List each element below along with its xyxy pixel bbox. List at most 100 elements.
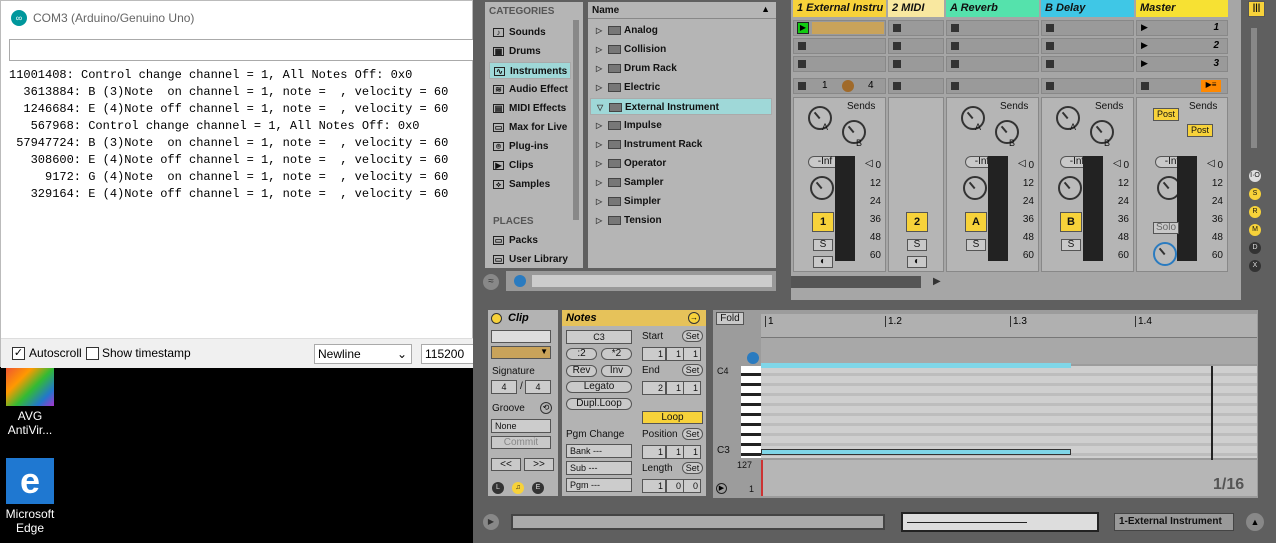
monitor-icon[interactable]: ◐ — [813, 256, 833, 268]
browser-item-impulse[interactable]: ▷ Impulse — [590, 117, 772, 134]
position-field-3[interactable]: 1 — [683, 445, 701, 459]
expand-icon[interactable]: ▷ — [596, 41, 602, 58]
position-field-1[interactable]: 1 — [642, 445, 666, 459]
clip-slot[interactable] — [888, 38, 944, 54]
start-field-1[interactable]: 1 — [642, 347, 666, 361]
browser-item-instrument-rack[interactable]: ▷ Instrument Rack — [590, 136, 772, 153]
browser-item-analog[interactable]: ▷ Analog — [590, 22, 772, 39]
velocity-play-icon[interactable]: ▶ — [716, 483, 727, 494]
autoscroll-checkbox[interactable]: ✓ — [12, 347, 25, 360]
browser-item-simpler[interactable]: ▷ Simpler — [590, 193, 772, 210]
overview-button[interactable]: ||| — [1248, 1, 1265, 17]
clip-stop-icon[interactable] — [951, 42, 959, 50]
category-samples[interactable]: ⟡ Samples — [489, 176, 571, 193]
note-grid[interactable] — [761, 366, 1257, 458]
end-field-2[interactable]: 1 — [666, 381, 684, 395]
stop-row[interactable] — [888, 78, 944, 94]
expand-icon[interactable]: ▷ — [596, 136, 602, 153]
loop-button[interactable]: Loop — [642, 411, 703, 424]
ruler[interactable]: 1 1.2 1.3 1.4 — [761, 314, 1257, 338]
stop-all-icon[interactable] — [1141, 82, 1149, 90]
scene-launch-slot[interactable]: ▶ 1 — [1136, 20, 1228, 36]
clip-bar[interactable] — [812, 22, 884, 34]
loop-brace[interactable] — [761, 338, 1257, 364]
expand-icon[interactable]: ▷ — [596, 155, 602, 172]
session-scroll-right[interactable]: ▶ — [933, 276, 941, 287]
signature-numerator[interactable]: 4 — [491, 380, 517, 394]
clip-stop-icon[interactable] — [951, 24, 959, 32]
name-column-header[interactable]: Name ▲ — [588, 2, 776, 19]
length-set-button[interactable]: Set — [682, 462, 703, 474]
scene-play-icon[interactable]: ▶ — [1141, 40, 1148, 51]
halve-button[interactable]: :2 — [566, 348, 597, 360]
timestamp-checkbox[interactable] — [86, 347, 99, 360]
end-field-1[interactable]: 2 — [642, 381, 666, 395]
fold-button[interactable]: Fold — [716, 312, 744, 325]
post-a-button[interactable]: Post — [1153, 108, 1179, 121]
double-button[interactable]: *2 — [601, 348, 632, 360]
signature-denominator[interactable]: 4 — [525, 380, 551, 394]
bank-field[interactable]: Bank --- — [566, 444, 632, 458]
solo-button[interactable]: S — [1061, 239, 1081, 251]
clip-color-select[interactable]: ▼ — [491, 346, 551, 359]
duplicate-loop-button[interactable]: Dupl.Loop — [566, 398, 632, 410]
io-toggle-icon[interactable]: I·O — [1249, 170, 1261, 182]
category-sounds[interactable]: ♪ Sounds — [489, 24, 571, 41]
categories-scrollbar[interactable] — [573, 20, 579, 220]
expand-icon[interactable]: ▷ — [596, 174, 602, 191]
post-b-button[interactable]: Post — [1187, 124, 1213, 137]
send-b-knob[interactable] — [995, 120, 1019, 144]
invert-button[interactable]: Inv — [601, 365, 632, 377]
start-set-button[interactable]: Set — [682, 330, 703, 342]
sends-toggle-icon[interactable]: S — [1249, 188, 1261, 200]
category-midi-effects[interactable]: ▤ MIDI Effects — [489, 100, 571, 117]
crossfade-toggle-icon[interactable]: X — [1249, 260, 1261, 272]
clip-slot[interactable] — [793, 56, 886, 72]
browser-item-collision[interactable]: ▷ Collision — [590, 41, 772, 58]
length-field-3[interactable]: 0 — [683, 479, 701, 493]
position-set-button[interactable]: Set — [682, 428, 703, 440]
velocity-marker[interactable] — [761, 460, 763, 496]
notes-tab-icon[interactable]: ♫ — [512, 482, 524, 494]
length-field-1[interactable]: 1 — [642, 479, 666, 493]
send-b-knob[interactable] — [1090, 120, 1114, 144]
clip-slot[interactable] — [888, 56, 944, 72]
delay-toggle-icon[interactable]: D — [1249, 242, 1261, 254]
stop-row[interactable] — [946, 78, 1039, 94]
legato-button[interactable]: Legato — [566, 381, 632, 393]
edge-desktop-icon[interactable]: e Microsoft Edge — [0, 458, 60, 535]
stop-row[interactable]: ▶≡ — [1136, 78, 1228, 94]
play-clip-icon[interactable]: ▶ — [797, 22, 809, 34]
stop-row[interactable] — [1041, 78, 1134, 94]
track-header-1[interactable]: 1 External Instru — [793, 0, 886, 17]
send-a-knob[interactable] — [961, 106, 985, 130]
clip-stop-icon[interactable] — [1046, 42, 1054, 50]
stop-row[interactable]: 14 — [793, 78, 886, 94]
scene-play-icon[interactable]: ▶ — [1141, 22, 1148, 33]
expand-icon[interactable]: ▷ — [596, 79, 602, 96]
piano-keys[interactable] — [741, 366, 761, 458]
browser-item-tension[interactable]: ▷ Tension — [590, 212, 772, 229]
category-audio-effect[interactable]: ≋ Audio Effect — [489, 81, 571, 98]
place-user-library[interactable]: ▭ User Library — [489, 251, 571, 268]
master-solo-button[interactable]: Solo — [1153, 222, 1179, 234]
baud-select[interactable]: 115200 ba — [421, 344, 474, 364]
clip-stop-icon[interactable] — [798, 42, 806, 50]
velocity-lane[interactable] — [761, 460, 1257, 496]
device-name-field[interactable]: 1-External Instrument — [1114, 513, 1234, 531]
returns-toggle-icon[interactable]: R — [1249, 206, 1261, 218]
sub-bank-field[interactable]: Sub --- — [566, 461, 632, 475]
scene-play-icon[interactable]: ▶ — [1141, 58, 1148, 69]
stop-clips-icon[interactable]: ▶≡ — [1201, 80, 1221, 92]
reverse-button[interactable]: Rev — [566, 365, 597, 377]
launch-tab-icon[interactable]: L — [492, 482, 504, 494]
clip-slot[interactable]: ▶ — [793, 20, 886, 36]
send-a-knob[interactable] — [808, 106, 832, 130]
category-drums[interactable]: ▦ Drums — [489, 43, 571, 60]
expand-icon[interactable]: ▽ — [597, 99, 603, 114]
track-header-3[interactable]: A Reverb — [946, 0, 1039, 17]
stop-all-icon[interactable] — [1046, 82, 1054, 90]
clip-stop-icon[interactable] — [951, 60, 959, 68]
notes-arrow-icon[interactable]: → — [688, 312, 700, 324]
cue-knob[interactable] — [1153, 242, 1177, 266]
